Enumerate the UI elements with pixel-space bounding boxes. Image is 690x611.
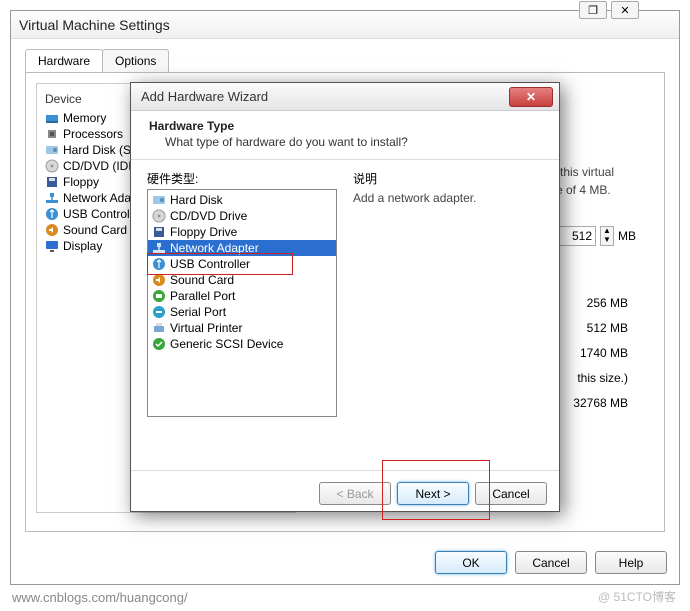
settings-buttons: OK Cancel Help	[435, 551, 667, 574]
watermark: @ 51CTO博客	[598, 588, 676, 605]
wizard-title: Add Hardware Wizard	[141, 89, 268, 104]
cd-icon	[152, 209, 166, 223]
settings-tabs: Hardware Options	[25, 49, 665, 72]
hw-usb[interactable]: USB Controller	[148, 256, 336, 272]
display-icon	[45, 239, 59, 253]
cancel-button[interactable]: Cancel	[515, 551, 587, 574]
close-icon[interactable]: ✕	[611, 1, 639, 19]
network-icon	[152, 241, 166, 255]
cpu-icon	[45, 127, 59, 141]
hdd-icon	[45, 143, 59, 157]
hardware-types-label: 硬件类型:	[147, 170, 337, 187]
memory-unit: MB	[618, 229, 636, 243]
hardware-types-list[interactable]: Hard Disk CD/DVD Drive Floppy Drive Netw…	[147, 189, 337, 417]
floppy-icon	[45, 175, 59, 189]
wizard-heading: Hardware Type	[149, 119, 541, 133]
back-button: < Back	[319, 482, 391, 505]
wizard-cancel-button[interactable]: Cancel	[475, 482, 547, 505]
memory-spinner[interactable]: ▲▼	[600, 226, 614, 246]
hw-printer[interactable]: Virtual Printer	[148, 320, 336, 336]
hw-sound[interactable]: Sound Card	[148, 272, 336, 288]
window-title: Virtual Machine Settings	[19, 17, 170, 33]
tab-hardware[interactable]: Hardware	[25, 49, 103, 72]
next-button[interactable]: Next >	[397, 482, 469, 505]
hw-cddvd[interactable]: CD/DVD Drive	[148, 208, 336, 224]
add-hardware-wizard: Add Hardware Wizard ✕ Hardware Type What…	[130, 82, 560, 512]
serial-port-icon	[152, 305, 166, 319]
sound-icon	[152, 273, 166, 287]
hw-harddisk[interactable]: Hard Disk	[148, 192, 336, 208]
tab-options[interactable]: Options	[102, 49, 169, 72]
floppy-icon	[152, 225, 166, 239]
sound-icon	[45, 223, 59, 237]
memory-values: 256 MB 512 MB 1740 MB this size.) 32768 …	[573, 291, 628, 416]
hdd-icon	[152, 193, 166, 207]
wizard-header: Hardware Type What type of hardware do y…	[131, 111, 559, 160]
restore-icon[interactable]: ❐	[579, 1, 607, 19]
hw-floppy[interactable]: Floppy Drive	[148, 224, 336, 240]
cd-icon	[45, 159, 59, 173]
usb-icon	[152, 257, 166, 271]
wizard-titlebar: Add Hardware Wizard ✕	[131, 83, 559, 111]
printer-icon	[152, 321, 166, 335]
scsi-icon	[152, 337, 166, 351]
hw-parallel[interactable]: Parallel Port	[148, 288, 336, 304]
network-icon	[45, 191, 59, 205]
description-text: Add a network adapter.	[353, 191, 543, 205]
help-button[interactable]: Help	[595, 551, 667, 574]
usb-icon	[45, 207, 59, 221]
hw-scsi[interactable]: Generic SCSI Device	[148, 336, 336, 352]
memory-icon	[45, 111, 59, 125]
description-label: 说明	[353, 170, 543, 187]
footer-url: www.cnblogs.com/huangcong/	[12, 590, 188, 605]
hw-network-adapter[interactable]: Network Adapter	[148, 240, 336, 256]
hw-serial[interactable]: Serial Port	[148, 304, 336, 320]
wizard-close-button[interactable]: ✕	[509, 87, 553, 107]
wizard-footer: < Back Next > Cancel	[131, 470, 559, 516]
ok-button[interactable]: OK	[435, 551, 507, 574]
wizard-subheading: What type of hardware do you want to ins…	[149, 135, 541, 149]
parallel-port-icon	[152, 289, 166, 303]
